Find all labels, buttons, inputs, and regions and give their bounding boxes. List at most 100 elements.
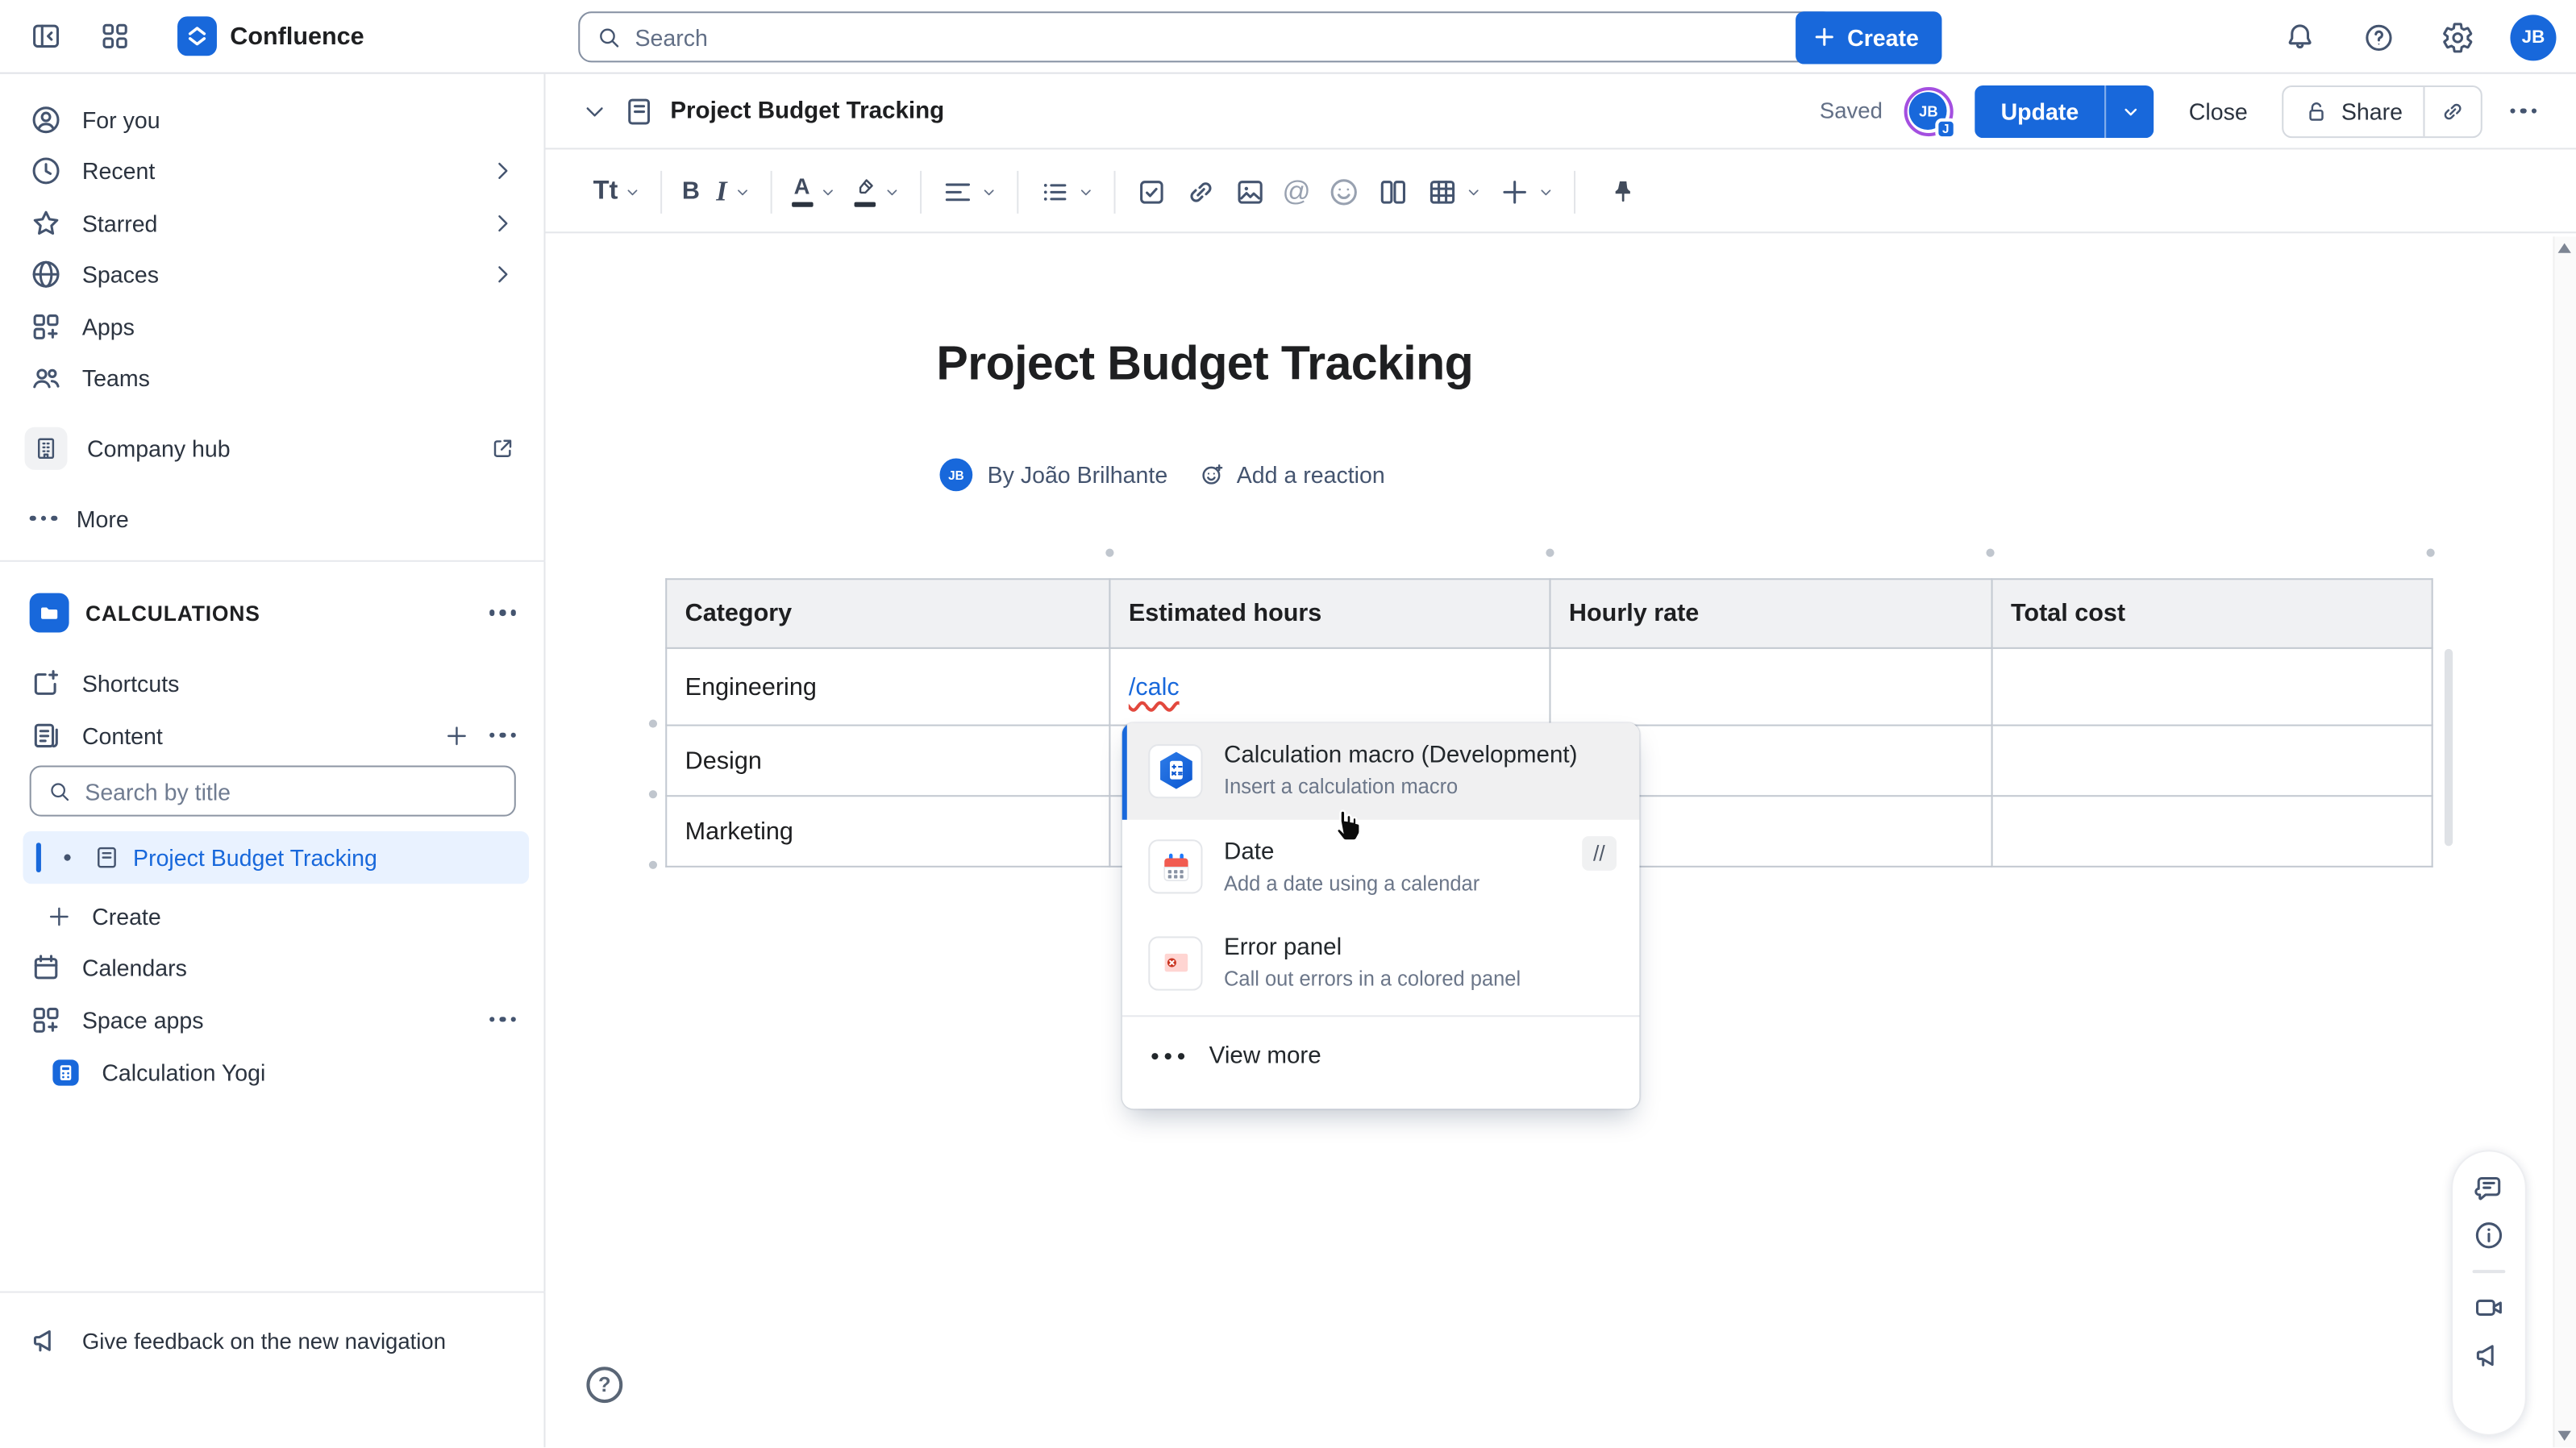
sidebar-item-for-you[interactable]: For you: [13, 94, 532, 144]
sidebar-item-label: For you: [82, 106, 516, 132]
table-cell[interactable]: [1992, 796, 2432, 867]
link-button[interactable]: [1176, 165, 1225, 218]
announcements-button[interactable]: [2473, 1339, 2506, 1372]
column-header[interactable]: Total cost: [1992, 579, 2432, 648]
close-button[interactable]: Close: [2175, 85, 2261, 137]
add-content-icon[interactable]: [443, 722, 469, 749]
sidebar-item-calendars[interactable]: Calendars: [13, 942, 532, 993]
app-switcher-button[interactable]: [89, 10, 141, 62]
sidebar-item-company-hub[interactable]: Company hub: [13, 422, 532, 473]
content-more-icon[interactable]: [489, 732, 516, 738]
column-handle-dot[interactable]: [1546, 549, 1554, 557]
column-handle-dot[interactable]: [2427, 549, 2435, 557]
notifications-button[interactable]: [2274, 10, 2326, 63]
space-apps-more-icon[interactable]: [489, 1017, 516, 1022]
view-more-button[interactable]: View more: [1122, 1016, 1640, 1108]
menu-item-calculation-macro[interactable]: Calculation macro (Development) Insert a…: [1122, 723, 1640, 819]
sidebar-item-shortcuts[interactable]: Shortcuts: [13, 657, 532, 708]
document-title[interactable]: Project Budget Tracking: [936, 339, 1473, 393]
editor-canvas[interactable]: Project Budget Tracking JB By João Brilh…: [545, 233, 2575, 1447]
layouts-button[interactable]: [1368, 165, 1417, 218]
row-handle-dot[interactable]: [649, 861, 657, 869]
menu-item-date[interactable]: Date Add a date using a calendar //: [1122, 819, 1640, 915]
sidebar-item-apps[interactable]: Apps: [13, 301, 532, 352]
sidebar-page-project-budget-tracking[interactable]: Project Budget Tracking: [23, 831, 530, 884]
search-input[interactable]: [635, 24, 1819, 51]
scroll-up-arrow-icon[interactable]: [2558, 243, 2571, 253]
details-button[interactable]: [2473, 1219, 2506, 1252]
sidebar-item-teams[interactable]: Teams: [13, 352, 532, 403]
sidebar-item-starred[interactable]: Starred: [13, 198, 532, 248]
sidebar-item-content[interactable]: Content: [13, 709, 532, 760]
sidebar-item-create-page[interactable]: Create: [13, 890, 532, 941]
alignment-button[interactable]: [932, 165, 1005, 218]
page-scrollbar[interactable]: [2553, 236, 2576, 1447]
update-options-button[interactable]: [2105, 85, 2154, 137]
author-avatar[interactable]: JB: [940, 458, 973, 491]
text-style-button[interactable]: Tt: [585, 165, 649, 218]
confluence-brand[interactable]: Confluence: [177, 16, 364, 56]
mention-button[interactable]: @: [1274, 165, 1319, 218]
sidebar-search[interactable]: [30, 766, 516, 817]
comments-button[interactable]: [2473, 1171, 2506, 1205]
menu-item-error-panel[interactable]: Error panel Call out errors in a colored…: [1122, 915, 1640, 1011]
space-header-calculations[interactable]: CALCULATIONS: [13, 585, 532, 640]
share-button[interactable]: Share: [2284, 86, 2423, 135]
global-search[interactable]: [578, 11, 1837, 62]
sidebar-item-spaces[interactable]: Spaces: [13, 249, 532, 300]
video-button[interactable]: [2473, 1292, 2506, 1325]
editor-scrollbar-thumb[interactable]: [2445, 649, 2453, 847]
editor-help-button[interactable]: ?: [586, 1367, 622, 1403]
sidebar-search-input[interactable]: [85, 778, 497, 805]
table-cell[interactable]: Design: [666, 726, 1109, 797]
insert-button[interactable]: [1490, 165, 1563, 218]
add-reaction[interactable]: Add a reaction: [1199, 462, 1385, 489]
editing-avatar[interactable]: JB J: [1904, 86, 1953, 135]
sidebar-item-label: Calendars: [82, 955, 516, 981]
column-header[interactable]: Estimated hours: [1109, 579, 1550, 648]
create-button[interactable]: Create: [1796, 10, 1942, 63]
table-cell[interactable]: [1992, 648, 2432, 726]
column-handle-dot[interactable]: [1986, 549, 1994, 557]
chevron-down-icon[interactable]: [581, 98, 608, 124]
user-avatar[interactable]: JB: [2510, 14, 2556, 60]
task-button[interactable]: [1126, 165, 1176, 218]
table-button[interactable]: [1417, 165, 1490, 218]
feedback-link[interactable]: Give feedback on the new navigation: [13, 1313, 532, 1368]
update-button[interactable]: Update: [1975, 85, 2105, 137]
sidebar-item-space-apps[interactable]: Space apps: [13, 994, 532, 1045]
column-header[interactable]: Category: [666, 579, 1109, 648]
image-button[interactable]: [1225, 165, 1274, 218]
pin-toolbar-button[interactable]: [1600, 165, 1646, 218]
row-handle-dot[interactable]: [649, 790, 657, 798]
sidebar-item-recent[interactable]: Recent: [13, 145, 532, 196]
row-handle-dot[interactable]: [649, 719, 657, 727]
bold-glyph: B: [682, 177, 700, 206]
text-color-button[interactable]: A: [783, 165, 843, 218]
highlight-button[interactable]: [843, 165, 907, 218]
table-cell[interactable]: /calc: [1109, 648, 1550, 726]
column-handle-dot[interactable]: [1105, 549, 1113, 557]
help-button[interactable]: [2353, 10, 2405, 63]
scroll-down-arrow-icon[interactable]: [2558, 1431, 2571, 1441]
collapse-sidebar-button[interactable]: [19, 10, 72, 62]
table-cell[interactable]: Marketing: [666, 796, 1109, 867]
list-button[interactable]: [1030, 165, 1102, 218]
menu-item-title: Calculation macro (Development): [1224, 739, 1617, 774]
table-cell[interactable]: Engineering: [666, 648, 1109, 726]
emoji-button[interactable]: [1319, 165, 1368, 218]
copy-link-button[interactable]: [2424, 86, 2479, 135]
text-style-glyph: Tt: [593, 177, 618, 206]
plus-icon: [1812, 25, 1837, 50]
sidebar-item-calculation-yogi[interactable]: Calculation Yogi: [13, 1046, 532, 1097]
table-cell[interactable]: [1992, 726, 2432, 797]
table-cell[interactable]: [1550, 648, 1991, 726]
sidebar-item-more[interactable]: More: [13, 493, 532, 543]
space-more-icon[interactable]: [489, 610, 516, 615]
column-header[interactable]: Hourly rate: [1550, 579, 1991, 648]
italic-button[interactable]: I: [708, 165, 758, 218]
settings-button[interactable]: [2432, 10, 2484, 63]
bold-button[interactable]: B: [674, 165, 708, 218]
more-actions-button[interactable]: [2503, 108, 2543, 114]
author-name[interactable]: By João Brilhante: [988, 462, 1168, 489]
